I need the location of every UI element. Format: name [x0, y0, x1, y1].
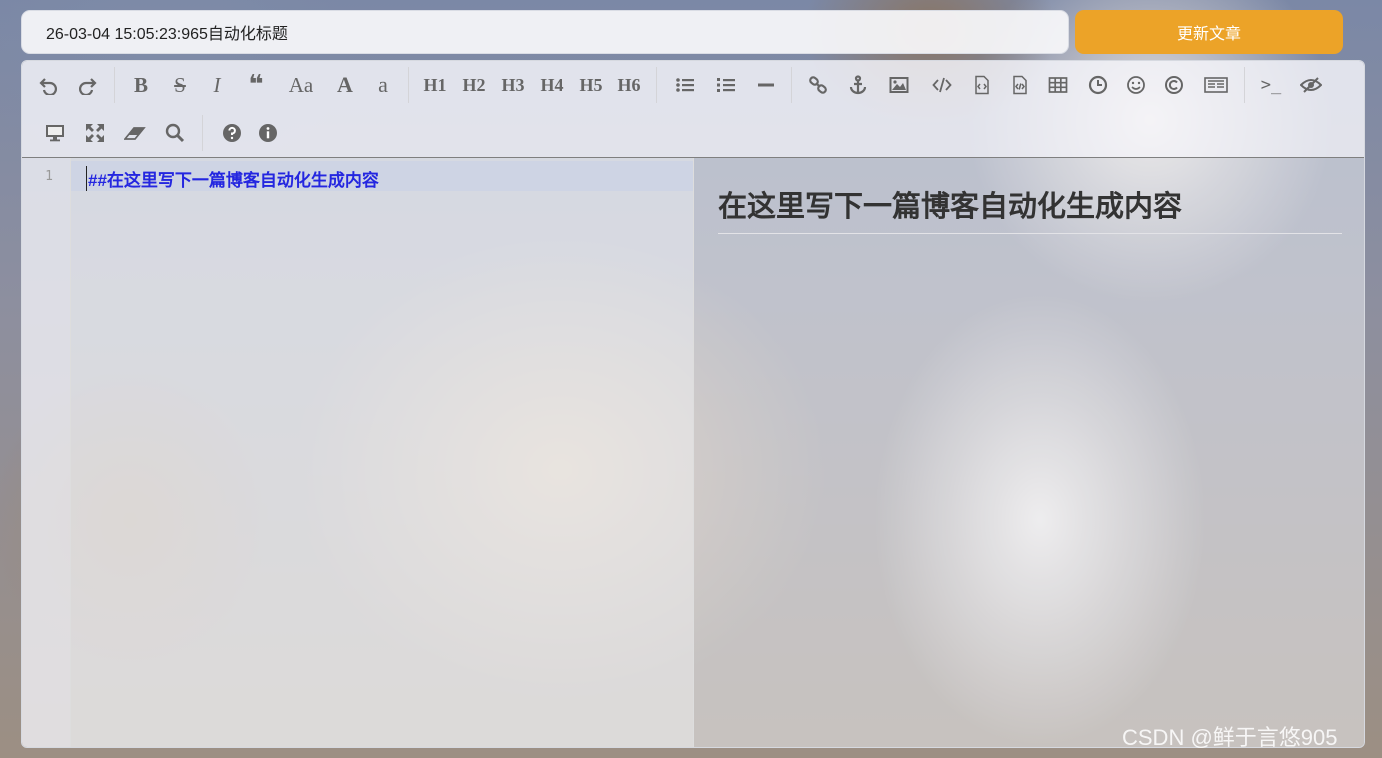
clear-eraser-icon[interactable] [120, 118, 150, 148]
article-title-input[interactable] [21, 10, 1069, 54]
info-icon[interactable] [253, 118, 283, 148]
csdn-watermark: CSDN @鲜于言悠905 [1122, 725, 1338, 750]
lowercase-button[interactable]: a [368, 70, 398, 100]
toolbar-divider [114, 67, 115, 103]
strikethrough-button[interactable]: S [165, 70, 195, 100]
toolbar-divider [1244, 67, 1245, 103]
code-icon[interactable] [927, 70, 957, 100]
toolbar-divider [202, 115, 203, 151]
h3-button[interactable]: H3 [498, 70, 528, 100]
toolbar-divider [408, 67, 409, 103]
h1-button[interactable]: H1 [420, 70, 450, 100]
terminal-icon[interactable]: >_ [1256, 70, 1286, 100]
preview-heading: 在这里写下一篇博客自动化生成内容 [718, 183, 1342, 234]
bold-button[interactable]: B [126, 70, 156, 100]
ordered-list-icon[interactable] [711, 70, 741, 100]
horizontal-rule-icon[interactable] [751, 70, 781, 100]
markdown-code-pane[interactable]: ##在这里写下一篇博客自动化生成内容 [71, 158, 694, 747]
search-icon[interactable] [160, 118, 190, 148]
emoji-icon[interactable] [1121, 70, 1151, 100]
pagebreak-icon[interactable] [1199, 70, 1233, 100]
datetime-icon[interactable] [1083, 70, 1113, 100]
editor-toolbar: B S I ❝ Aa A a H1 H2 H3 H4 H5 H6 >_ [22, 61, 1364, 158]
quote-icon[interactable]: ❝ [241, 70, 271, 100]
h6-button[interactable]: H6 [614, 70, 644, 100]
update-article-button[interactable]: 更新文章 [1075, 10, 1343, 54]
undo-icon[interactable] [34, 70, 64, 100]
uppercase-first-button[interactable]: Aa [284, 70, 318, 100]
markdown-preview-pane: 在这里写下一篇博客自动化生成内容 [694, 158, 1364, 747]
help-icon[interactable] [217, 118, 247, 148]
toolbar-divider [656, 67, 657, 103]
h5-button[interactable]: H5 [576, 70, 606, 100]
image-icon[interactable] [884, 70, 914, 100]
markdown-line-text[interactable]: ##在这里写下一篇博客自动化生成内容 [86, 166, 379, 191]
link-icon[interactable] [803, 70, 833, 100]
code-block-icon[interactable] [1005, 70, 1035, 100]
watch-toggle-icon[interactable] [1296, 70, 1326, 100]
uppercase-button[interactable]: A [330, 70, 360, 100]
h2-button[interactable]: H2 [459, 70, 489, 100]
h4-button[interactable]: H4 [537, 70, 567, 100]
toolbar-divider [791, 67, 792, 103]
line-number-gutter: 1 [22, 158, 71, 747]
fullscreen-icon[interactable] [80, 118, 110, 148]
line-number: 1 [45, 169, 53, 184]
desktop-preview-icon[interactable] [40, 118, 70, 148]
table-icon[interactable] [1043, 70, 1073, 100]
redo-icon[interactable] [72, 70, 102, 100]
markdown-editor: B S I ❝ Aa A a H1 H2 H3 H4 H5 H6 >_ 1 ##… [21, 60, 1365, 748]
preformatted-code-icon[interactable] [967, 70, 997, 100]
anchor-icon[interactable] [843, 70, 873, 100]
unordered-list-icon[interactable] [670, 70, 700, 100]
italic-button[interactable]: I [202, 70, 232, 100]
html-entities-icon[interactable] [1159, 70, 1189, 100]
